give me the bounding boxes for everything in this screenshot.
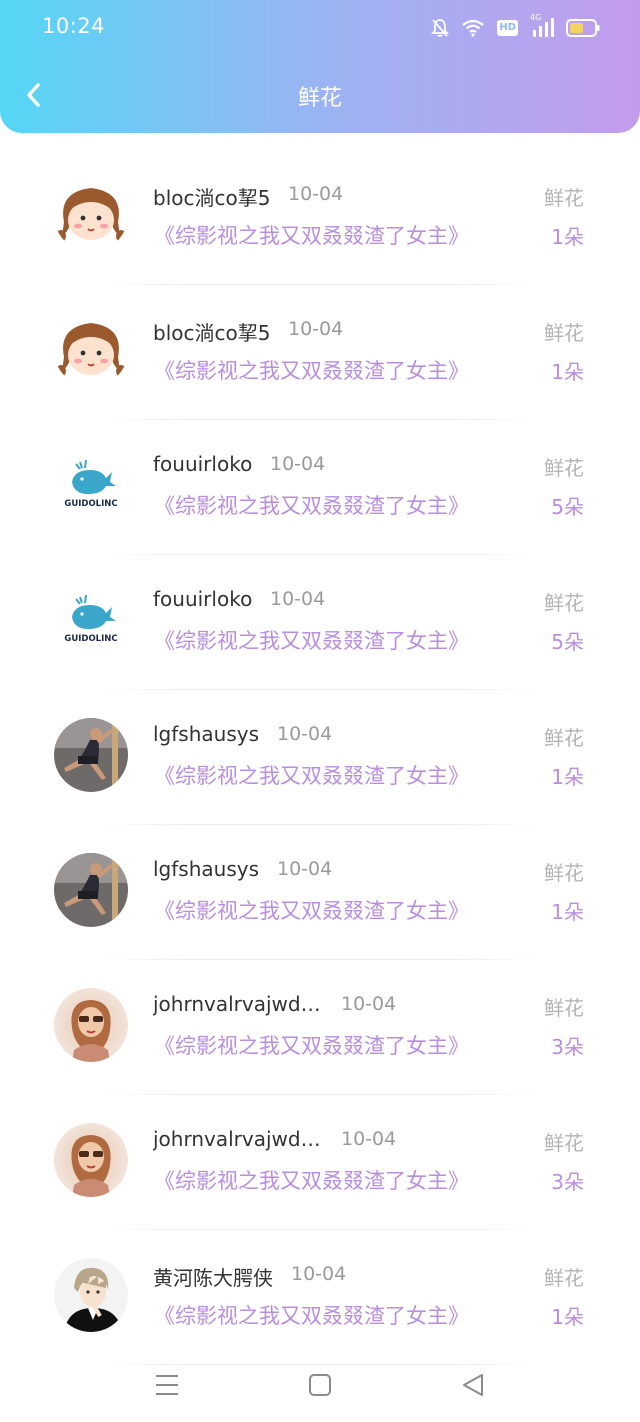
gift-date: 10-04	[288, 183, 344, 205]
username[interactable]: bloc淌co挈5	[153, 317, 270, 346]
gift-date: 10-04	[277, 858, 333, 880]
bell-muted-icon	[431, 18, 450, 38]
gift-date: 10-04	[341, 993, 397, 1015]
gift-count: 1朵	[551, 360, 584, 384]
gift-list-item[interactable]: bloc淌co挈5 10-04 《综影视之我又双叒叕渣了女主》 鲜花 1朵	[0, 285, 640, 420]
battery-icon	[566, 19, 600, 37]
gift-list-item[interactable]: lgfshausys 10-04 《综影视之我又双叒叕渣了女主》 鲜花 1朵	[0, 690, 640, 825]
gift-count: 1朵	[551, 765, 584, 789]
gift-type-label: 鲜花	[544, 591, 584, 615]
book-title-link[interactable]: 《综影视之我又双叒叕渣了女主》	[154, 220, 469, 250]
menu-button[interactable]	[152, 1370, 182, 1400]
book-title-link[interactable]: 《综影视之我又双叒叕渣了女主》	[154, 1165, 469, 1195]
gift-list-item[interactable]: bloc淌co挈5 10-04 《综影视之我又双叒叕渣了女主》 鲜花 1朵	[0, 150, 640, 285]
gift-type-label: 鲜花	[544, 996, 584, 1020]
home-square-icon	[309, 1374, 331, 1396]
book-title-link[interactable]: 《综影视之我又双叒叕渣了女主》	[154, 1030, 469, 1060]
gift-list-item[interactable]: GUIDOLINC fouuirloko 10-04 《综影视之我又双叒叕渣了女主》…	[0, 420, 640, 555]
user-avatar[interactable]	[54, 718, 128, 792]
user-avatar[interactable]	[54, 988, 128, 1062]
status-bar: 10:24 HD 4G	[0, 0, 640, 56]
gift-count: 1朵	[551, 1305, 584, 1329]
gift-type-label: 鲜花	[544, 321, 584, 345]
gift-date: 10-04	[270, 588, 326, 610]
gift-type-label: 鲜花	[544, 861, 584, 885]
user-avatar[interactable]	[54, 1123, 128, 1197]
username[interactable]: bloc淌co挈5	[153, 182, 270, 211]
book-title-link[interactable]: 《综影视之我又双叒叕渣了女主》	[154, 895, 469, 925]
username[interactable]: lgfshausys	[153, 722, 259, 746]
gift-type-label: 鲜花	[544, 456, 584, 480]
gift-date: 10-04	[270, 453, 326, 475]
username[interactable]: fouuirloko	[153, 452, 252, 476]
book-title-link[interactable]: 《综影视之我又双叒叕渣了女主》	[154, 490, 469, 520]
book-title-link[interactable]: 《综影视之我又双叒叕渣了女主》	[154, 760, 469, 790]
gift-type-label: 鲜花	[544, 1131, 584, 1155]
gift-type-label: 鲜花	[544, 186, 584, 210]
status-icons: HD 4G	[431, 13, 600, 40]
gift-type-label: 鲜花	[544, 726, 584, 750]
app-header: 10:24 HD 4G 鲜花	[0, 0, 640, 133]
gift-type-label: 鲜花	[544, 1266, 584, 1290]
gift-count: 5朵	[551, 495, 584, 519]
gift-count: 3朵	[551, 1035, 584, 1059]
gift-date: 10-04	[277, 723, 333, 745]
book-title-link[interactable]: 《综影视之我又双叒叕渣了女主》	[154, 355, 469, 385]
user-avatar[interactable]	[54, 853, 128, 927]
gift-list-item[interactable]: lgfshausys 10-04 《综影视之我又双叒叕渣了女主》 鲜花 1朵	[0, 825, 640, 960]
gift-list-item[interactable]: johrnvalrvajwdt... 10-04 《综影视之我又双叒叕渣了女主》 鲜花…	[0, 960, 640, 1095]
gift-count: 5朵	[551, 630, 584, 654]
gift-count: 1朵	[551, 900, 584, 924]
username[interactable]: johrnvalrvajwdt...	[153, 992, 323, 1016]
menu-icon	[156, 1375, 178, 1395]
user-avatar[interactable]	[54, 178, 128, 252]
svg-text:GUIDOLINC: GUIDOLINC	[64, 499, 117, 509]
username[interactable]: fouuirloko	[153, 587, 252, 611]
gift-list-item[interactable]: GUIDOLINC fouuirloko 10-04 《综影视之我又双叒叕渣了女主》…	[0, 555, 640, 690]
gift-list-item[interactable]: 黄河陈大腭侠 10-04 《综影视之我又双叒叕渣了女主》 鲜花 1朵	[0, 1230, 640, 1365]
gift-date: 10-04	[288, 318, 344, 340]
gift-count: 3朵	[551, 1170, 584, 1194]
username[interactable]: lgfshausys	[153, 857, 259, 881]
user-avatar[interactable]: GUIDOLINC	[54, 448, 128, 522]
svg-text:GUIDOLINC: GUIDOLINC	[64, 634, 117, 644]
gift-date: 10-04	[341, 1128, 397, 1150]
user-avatar[interactable]: GUIDOLINC	[54, 583, 128, 657]
hd-icon: HD	[497, 20, 518, 36]
gift-list-item[interactable]: johrnvalrvajwdt... 10-04 《综影视之我又双叒叕渣了女主》 鲜花…	[0, 1095, 640, 1230]
gift-list: bloc淌co挈5 10-04 《综影视之我又双叒叕渣了女主》 鲜花 1朵 bloc淌c…	[0, 150, 640, 1365]
username[interactable]: johrnvalrvajwdt...	[153, 1127, 323, 1151]
system-nav-bar	[0, 1350, 640, 1422]
signal-icon: 4G	[530, 13, 554, 38]
back-triangle-icon	[463, 1374, 483, 1396]
gift-count: 1朵	[551, 225, 584, 249]
wifi-icon	[461, 19, 485, 37]
user-avatar[interactable]	[54, 1258, 128, 1332]
network-type-label: 4G	[530, 13, 542, 22]
username[interactable]: 黄河陈大腭侠	[153, 1262, 273, 1291]
book-title-link[interactable]: 《综影视之我又双叒叕渣了女主》	[154, 1300, 469, 1330]
book-title-link[interactable]: 《综影视之我又双叒叕渣了女主》	[154, 625, 469, 655]
page-title: 鲜花	[297, 86, 342, 111]
system-back-button[interactable]	[458, 1370, 488, 1400]
gift-date: 10-04	[291, 1263, 347, 1285]
home-button[interactable]	[305, 1370, 335, 1400]
user-avatar[interactable]	[54, 313, 128, 387]
status-time: 10:24	[42, 14, 106, 38]
